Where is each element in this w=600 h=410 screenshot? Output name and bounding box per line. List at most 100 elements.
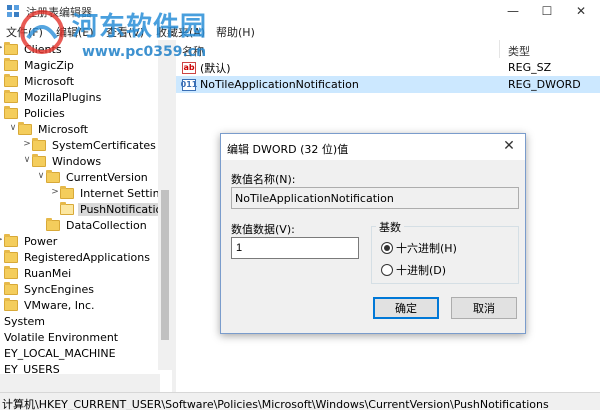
radio-decimal-label: 十进制(D) — [396, 264, 447, 277]
menu-favorites[interactable]: 收藏夹(A) — [156, 24, 205, 40]
folder-icon — [4, 249, 18, 263]
tree-item[interactable]: PushNotifications — [50, 201, 172, 217]
expand-down-icon[interactable]: ∨ — [8, 123, 18, 135]
dialog-title-bar: 编辑 DWORD (32 位)值 ✕ — [221, 134, 525, 160]
folder-icon — [60, 185, 74, 199]
tree-item-label: MozillaPlugins — [24, 90, 102, 104]
string-value-icon: ab — [182, 61, 196, 74]
tree-item-label: RuanMei — [24, 266, 72, 280]
tree-item-label: SyncEngines — [24, 282, 94, 296]
tree-vertical-scrollbar[interactable] — [158, 40, 172, 370]
tree-item-label: Volatile Environment — [4, 330, 119, 344]
tree-item-label: System — [4, 314, 46, 328]
folder-icon — [4, 89, 18, 103]
dialog-close-icon[interactable]: ✕ — [499, 138, 519, 156]
tree-item-label: DataCollection — [66, 218, 147, 232]
tree-item-label: Microsoft — [38, 122, 89, 136]
radio-decimal[interactable]: 十进制(D) — [381, 262, 446, 278]
no-expander — [50, 203, 60, 215]
ok-button[interactable]: 确定 — [373, 297, 439, 319]
tree-item-label: Clients — [24, 42, 62, 56]
value-row[interactable]: ab (默认) REG_SZ — [176, 59, 600, 76]
cancel-button[interactable]: 取消 — [451, 297, 517, 319]
tree-item[interactable]: MozillaPlugins — [0, 89, 103, 105]
title-bar: 注册表编辑器 — ☐ ✕ — [0, 0, 600, 22]
folder-icon — [32, 137, 46, 151]
tree-item[interactable]: ∨ Microsoft — [8, 121, 90, 137]
base-group-label: 基数 — [376, 219, 404, 235]
menu-file[interactable]: 文件(F) — [6, 24, 43, 40]
folder-icon — [4, 265, 18, 279]
column-header-type[interactable]: 类型 — [502, 40, 600, 58]
chevron-right-icon[interactable]: > — [50, 187, 60, 199]
folder-icon — [4, 105, 18, 119]
maximize-button[interactable]: ☐ — [530, 0, 564, 22]
dialog-title: 编辑 DWORD (32 位)值 — [227, 143, 349, 156]
tree-item[interactable]: EY_LOCAL_MACHINE — [2, 345, 118, 361]
tree-item[interactable]: > SystemCertificates — [22, 137, 158, 153]
value-data-input[interactable] — [231, 237, 359, 259]
expand-down-icon[interactable]: ∨ — [36, 171, 46, 183]
value-type: REG_DWORD — [508, 78, 581, 91]
folder-icon — [18, 121, 32, 135]
tree-item-label: EY_LOCAL_MACHINE — [4, 346, 116, 360]
value-name-field: NoTileApplicationNotification — [231, 187, 519, 209]
tree-item[interactable]: > Internet Settings — [50, 185, 172, 201]
scrollbar-thumb[interactable] — [161, 190, 169, 340]
status-bar-path: 计算机\HKEY_CURRENT_USER\Software\Policies\… — [0, 392, 600, 410]
key-tree[interactable]: >ClientsMagicZipMicrosoftMozillaPluginsP… — [0, 40, 172, 392]
menu-help[interactable]: 帮助(H) — [216, 24, 255, 40]
tree-item-label: Microsoft — [24, 74, 75, 88]
radio-selected-icon — [381, 242, 393, 254]
minimize-button[interactable]: — — [496, 0, 530, 22]
value-name: NoTileApplicationNotification — [200, 78, 359, 91]
tree-item-label: Policies — [24, 106, 65, 120]
no-expander — [36, 219, 46, 231]
radio-hex[interactable]: 十六进制(H) — [381, 240, 457, 256]
menu-bar: 文件(F) 编辑(E) 查看(V) 收藏夹(A) 帮助(H) — [0, 22, 600, 40]
expand-down-icon[interactable]: ∨ — [22, 155, 32, 167]
folder-icon — [4, 41, 18, 55]
value-name-label: 数值名称(N): — [231, 173, 296, 186]
tree-item[interactable]: MagicZip — [0, 57, 76, 73]
tree-item-label: MagicZip — [24, 58, 74, 72]
value-row[interactable]: 011 NoTileApplicationNotification REG_DW… — [176, 76, 600, 93]
tree-item[interactable]: Volatile Environment — [2, 329, 120, 345]
tree-item[interactable]: System — [2, 313, 47, 329]
tree-item[interactable]: >Clients — [0, 41, 64, 57]
menu-view[interactable]: 查看(V) — [106, 24, 144, 40]
tree-item[interactable]: RegisteredApplications — [0, 249, 152, 265]
tree-item[interactable]: VMware, Inc. — [0, 297, 97, 313]
tree-item[interactable]: DataCollection — [36, 217, 149, 233]
tree-item[interactable]: ∨ Windows — [22, 153, 103, 169]
column-header-name[interactable]: 名称 — [176, 40, 500, 58]
tree-item[interactable]: Microsoft — [0, 73, 76, 89]
tree-item-label: CurrentVersion — [66, 170, 148, 184]
folder-icon — [46, 169, 60, 183]
folder-icon — [46, 217, 60, 231]
tree-item[interactable]: RuanMei — [0, 265, 73, 281]
regedit-icon — [6, 4, 20, 18]
folder-icon — [60, 201, 74, 215]
menu-edit[interactable]: 编辑(E) — [56, 24, 94, 40]
folder-icon — [32, 153, 46, 167]
tree-item-label: VMware, Inc. — [24, 298, 95, 312]
value-type: REG_SZ — [508, 61, 552, 74]
folder-icon — [4, 297, 18, 311]
tree-item[interactable]: >Power — [0, 233, 59, 249]
tree-item[interactable]: Policies — [0, 105, 67, 121]
value-name: (默认) — [200, 61, 231, 75]
tree-horizontal-scrollbar[interactable] — [0, 374, 160, 392]
radio-hex-label: 十六进制(H) — [396, 242, 457, 255]
tree-item[interactable]: SyncEngines — [0, 281, 96, 297]
folder-icon — [4, 281, 18, 295]
edit-dword-dialog: 编辑 DWORD (32 位)值 ✕ 数值名称(N): NoTileApplic… — [220, 133, 526, 334]
close-button[interactable]: ✕ — [564, 0, 598, 22]
window-title: 注册表编辑器 — [26, 6, 92, 19]
chevron-right-icon[interactable]: > — [22, 139, 32, 151]
binary-value-icon: 011 — [180, 78, 198, 91]
folder-icon — [4, 57, 18, 71]
value-data-label: 数值数据(V): — [231, 223, 295, 236]
tree-item-label: RegisteredApplications — [24, 250, 150, 264]
tree-item[interactable]: ∨ CurrentVersion — [36, 169, 150, 185]
